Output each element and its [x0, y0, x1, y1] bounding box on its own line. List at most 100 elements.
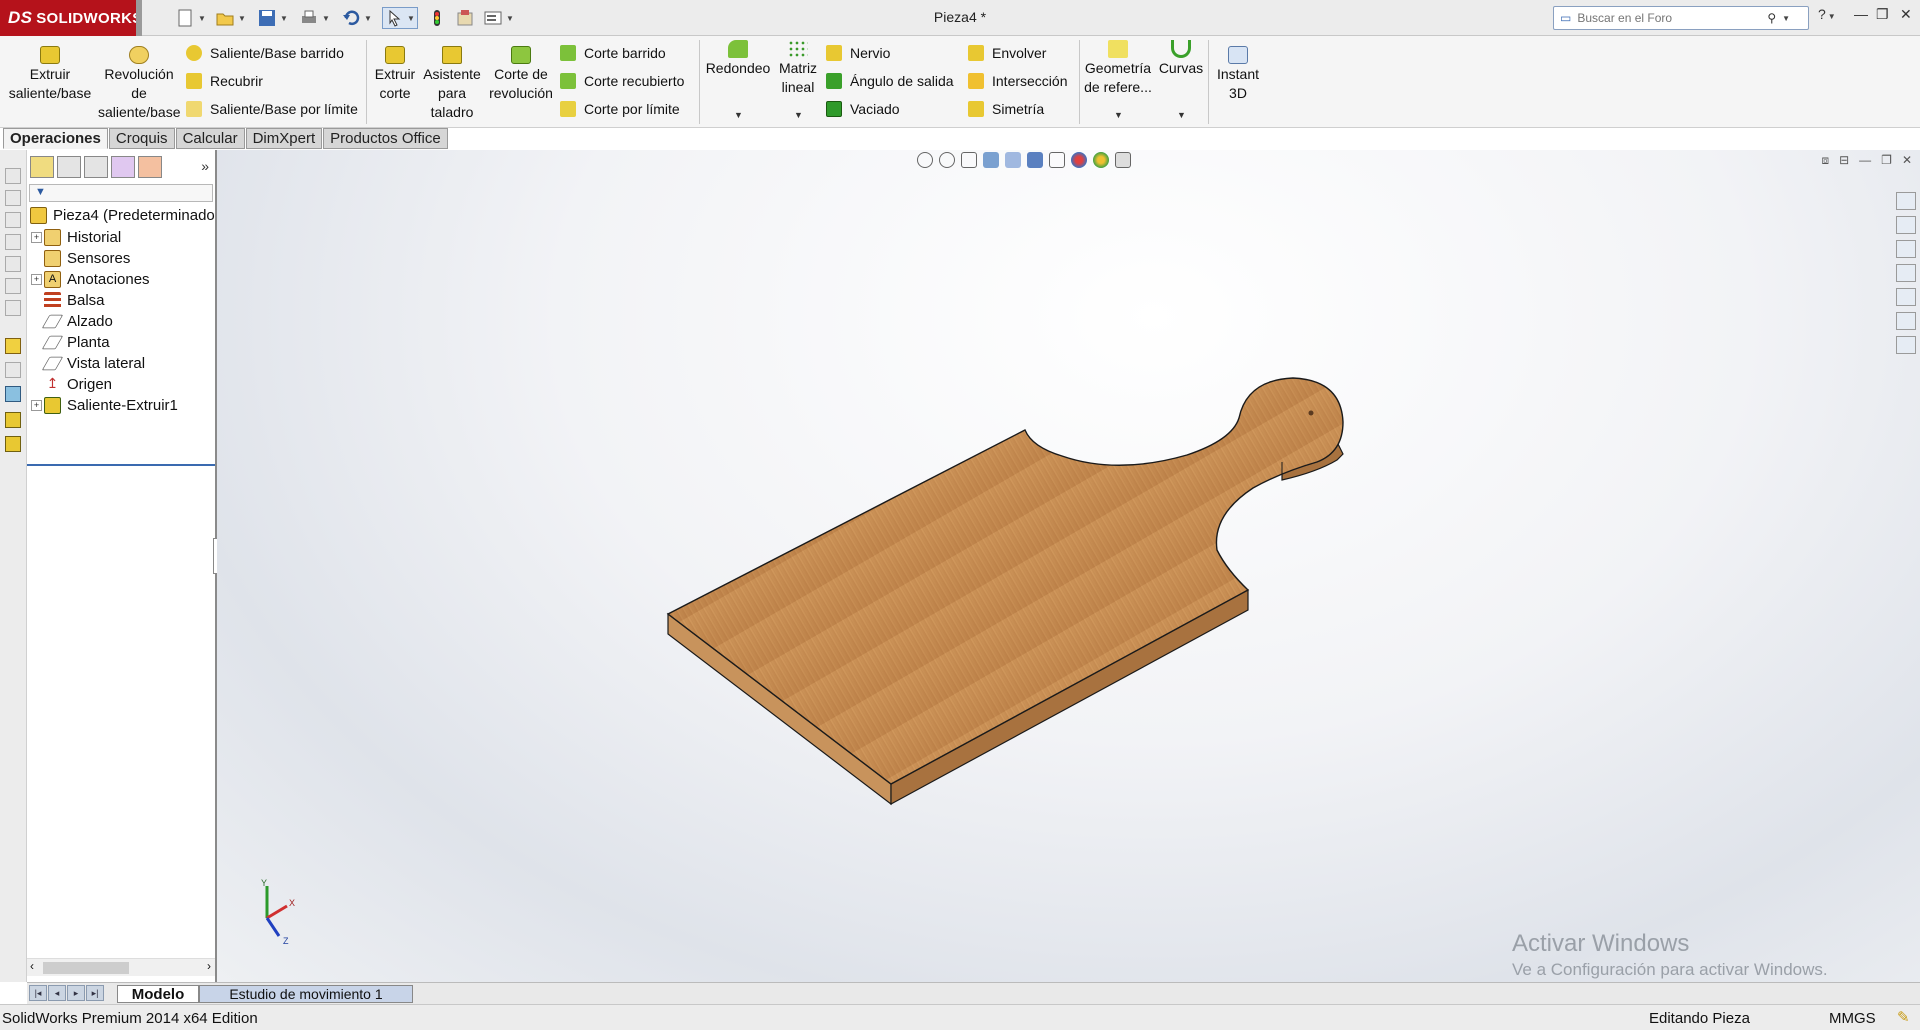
- tab-croquis[interactable]: Croquis: [108, 128, 175, 149]
- expand-icon[interactable]: +: [31, 231, 42, 243]
- curves-dropdown-icon[interactable]: ▼: [1177, 110, 1186, 120]
- fillet-dropdown-icon[interactable]: ▼: [734, 110, 743, 120]
- tree-item-planta[interactable]: Planta: [41, 331, 110, 353]
- linear-pattern-button[interactable]: Matriz lineal: [774, 40, 822, 97]
- tab-modelo[interactable]: Modelo: [117, 985, 199, 1003]
- relation-icon[interactable]: [5, 362, 21, 378]
- sketch-tool-icon[interactable]: [5, 300, 21, 316]
- search-dropdown-icon[interactable]: ▼: [1782, 14, 1790, 23]
- undo-button[interactable]: ▼: [342, 7, 372, 29]
- view-palette-icon[interactable]: [1896, 288, 1916, 306]
- boundary-cut-button[interactable]: Corte por límite: [560, 98, 680, 120]
- tree-item-alzado[interactable]: Alzado: [41, 310, 113, 332]
- tree-item-origen[interactable]: ↥ Origen: [44, 373, 112, 395]
- search-box[interactable]: ▭ ⚲ ▼: [1553, 6, 1809, 30]
- tree-item-sensores[interactable]: Sensores: [44, 247, 130, 269]
- lofted-cut-button[interactable]: Corte recubierto: [560, 70, 684, 92]
- scroll-right-icon[interactable]: ›: [207, 959, 211, 973]
- wrap-button[interactable]: Envolver: [968, 42, 1046, 64]
- reference-geometry-dropdown-icon[interactable]: ▼: [1114, 110, 1123, 120]
- extrude-cut-button[interactable]: Extruir corte: [370, 46, 420, 103]
- swept-boss-button[interactable]: Saliente/Base barrido: [186, 42, 344, 64]
- rebuild-button[interactable]: [428, 7, 446, 29]
- solidworks-logo[interactable]: DS SOLIDWORKS: [0, 0, 142, 36]
- repair-sketch-icon[interactable]: [5, 386, 21, 402]
- close-icon[interactable]: ✕: [1900, 6, 1912, 23]
- tree-filter-field[interactable]: ▼: [29, 184, 213, 202]
- expand-icon[interactable]: +: [31, 399, 42, 411]
- feature-icon[interactable]: [5, 436, 21, 452]
- sketch-tool-icon[interactable]: [5, 190, 21, 206]
- tab-productos-office[interactable]: Productos Office: [323, 128, 448, 149]
- tab-estudio-movimiento[interactable]: Estudio de movimiento 1: [199, 985, 413, 1003]
- tree-horizontal-scrollbar[interactable]: ‹ ›: [27, 958, 215, 976]
- smart-dimension-icon[interactable]: [5, 338, 21, 354]
- tree-item-anotaciones[interactable]: + A Anotaciones: [31, 268, 150, 290]
- loft-button[interactable]: Recubrir: [186, 70, 263, 92]
- first-tab-icon[interactable]: |◂: [29, 985, 47, 1001]
- revolve-boss-button[interactable]: Revolución de saliente/base: [98, 46, 181, 122]
- open-button[interactable]: ▼: [216, 7, 246, 29]
- scrollbar-thumb[interactable]: [43, 962, 129, 974]
- featuremanager-tab-icon[interactable]: [30, 156, 54, 178]
- tab-dimxpert[interactable]: DimXpert: [245, 128, 323, 149]
- sketch-tool-icon[interactable]: [5, 256, 21, 272]
- reference-geometry-button[interactable]: Geometría de refere...: [1082, 40, 1154, 97]
- restore-icon[interactable]: ❐: [1876, 6, 1889, 23]
- boundary-boss-button[interactable]: Saliente/Base por límite: [186, 98, 358, 120]
- solidworks-resources-icon[interactable]: [1896, 192, 1916, 210]
- rib-button[interactable]: Nervio: [826, 42, 890, 64]
- status-units[interactable]: MMGS: [1829, 1010, 1876, 1027]
- prev-tab-icon[interactable]: ◂: [48, 985, 66, 1001]
- swept-cut-button[interactable]: Corte barrido: [560, 42, 666, 64]
- cutting-board-model[interactable]: [217, 150, 1920, 982]
- sketch-tool-icon[interactable]: [5, 168, 21, 184]
- custom-properties-icon[interactable]: [1896, 336, 1916, 354]
- panel-expand-icon[interactable]: »: [201, 158, 209, 174]
- configurationmanager-tab-icon[interactable]: [84, 156, 108, 178]
- rollback-bar[interactable]: [27, 464, 215, 466]
- file-explorer-icon[interactable]: [1896, 264, 1916, 282]
- draft-button[interactable]: Ángulo de salida: [826, 70, 954, 92]
- help-icon[interactable]: ? ▼: [1818, 6, 1836, 22]
- rebuild-status-icon[interactable]: ✎: [1897, 1008, 1910, 1026]
- select-button[interactable]: ▼: [382, 7, 418, 29]
- sketch-tool-icon[interactable]: [5, 234, 21, 250]
- feature-icon[interactable]: [5, 412, 21, 428]
- next-tab-icon[interactable]: ▸: [67, 985, 85, 1001]
- minimize-icon[interactable]: —: [1854, 6, 1868, 22]
- file-properties-button[interactable]: [456, 7, 474, 29]
- extrude-boss-button[interactable]: Extruir saliente/base: [6, 46, 94, 103]
- tree-item-vista-lateral[interactable]: Vista lateral: [41, 352, 145, 374]
- shell-button[interactable]: Vaciado: [826, 98, 900, 120]
- tree-item-balsa[interactable]: Balsa: [44, 289, 105, 311]
- sketch-tool-icon[interactable]: [5, 278, 21, 294]
- search-input[interactable]: [1577, 11, 1768, 25]
- hole-wizard-button[interactable]: Asistente para taladro: [420, 46, 484, 122]
- search-icon[interactable]: ⚲: [1767, 11, 1776, 25]
- tab-operaciones[interactable]: Operaciones: [3, 128, 108, 149]
- print-button[interactable]: ▼: [300, 7, 330, 29]
- instant3d-button[interactable]: Instant 3D: [1212, 46, 1264, 103]
- fillet-button[interactable]: Redondeo: [704, 40, 772, 78]
- graphics-area[interactable]: ⧈ ⊟ — ❐ ✕ Y X Z Activar Windows Ve a Con…: [217, 150, 1920, 982]
- linear-pattern-dropdown-icon[interactable]: ▼: [794, 110, 803, 120]
- displaymanager-tab-icon[interactable]: [138, 156, 162, 178]
- options-button[interactable]: ▼: [484, 7, 514, 29]
- scroll-left-icon[interactable]: ‹: [30, 959, 34, 973]
- menu-expand-arrow[interactable]: [136, 0, 142, 36]
- dimxpertmanager-tab-icon[interactable]: [111, 156, 135, 178]
- mirror-button[interactable]: Simetría: [968, 98, 1044, 120]
- tab-calcular[interactable]: Calcular: [175, 128, 245, 149]
- save-button[interactable]: ▼: [258, 7, 288, 29]
- sketch-tool-icon[interactable]: [5, 212, 21, 228]
- intersect-button[interactable]: Intersección: [968, 70, 1067, 92]
- propertymanager-tab-icon[interactable]: [57, 156, 81, 178]
- tree-item-historial[interactable]: + Historial: [31, 226, 121, 248]
- design-library-icon[interactable]: [1896, 240, 1916, 258]
- home-icon[interactable]: [1896, 216, 1916, 234]
- tree-root-part[interactable]: Pieza4 (Predeterminado: [30, 204, 215, 226]
- appearances-icon[interactable]: [1896, 312, 1916, 330]
- curves-button[interactable]: Curvas: [1156, 40, 1206, 78]
- last-tab-icon[interactable]: ▸|: [86, 985, 104, 1001]
